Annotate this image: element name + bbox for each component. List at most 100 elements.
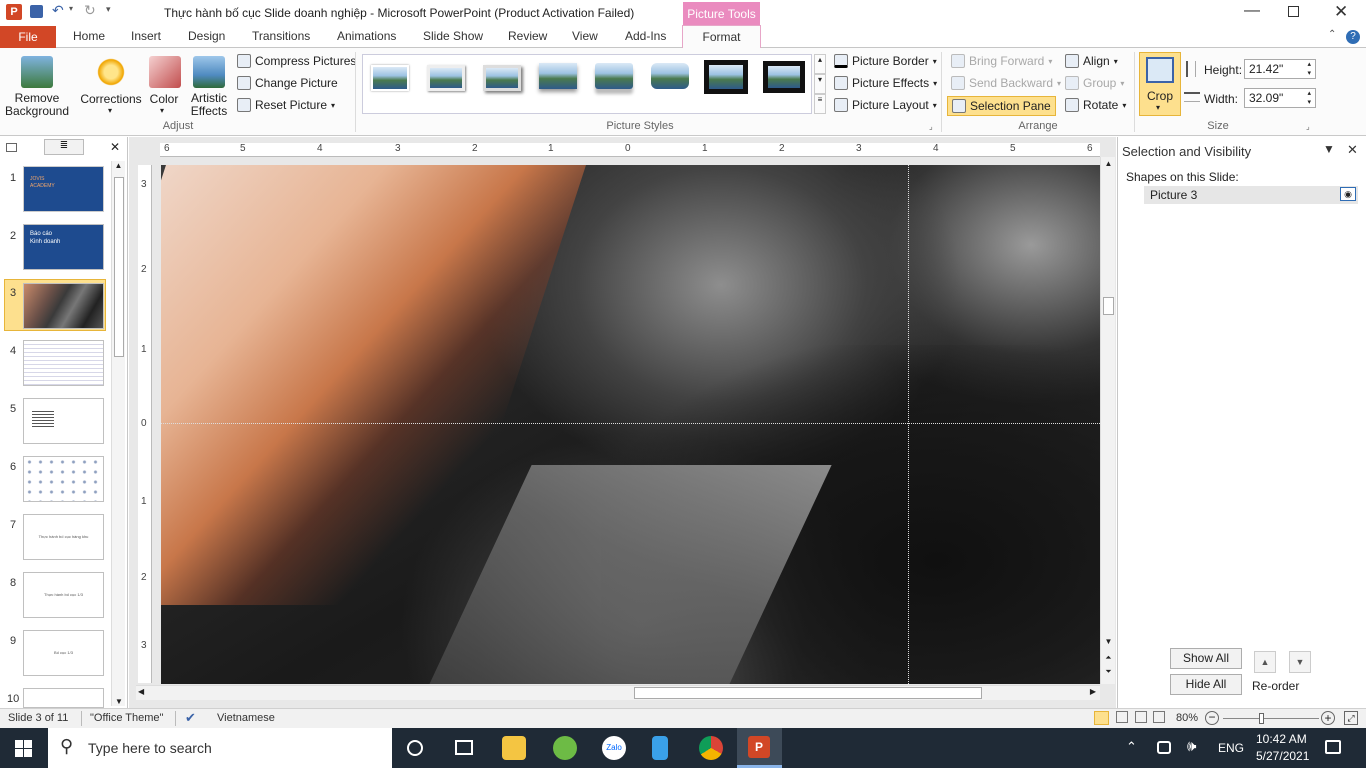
style-thumb[interactable] — [539, 63, 577, 89]
slide-thumb-6[interactable] — [23, 456, 104, 502]
undo-icon[interactable]: ↶ — [52, 2, 64, 19]
tab-format[interactable]: Format — [682, 25, 761, 49]
tab-animations[interactable]: Animations — [337, 29, 396, 43]
hide-all-button[interactable]: Hide All — [1170, 674, 1242, 695]
taskbar-search-box[interactable]: ⚲ Type here to search — [48, 728, 392, 768]
slide-thumb-5[interactable] — [23, 398, 104, 444]
scroll-up-arrow-icon[interactable]: ▲ — [112, 161, 125, 170]
customize-toolbar-icon[interactable]: ▾ — [106, 4, 111, 15]
color-button[interactable]: Color ▾ — [144, 52, 184, 118]
height-spinner-icon[interactable]: ▴ ▾ — [1307, 60, 1311, 78]
tab-design[interactable]: Design — [188, 29, 225, 43]
corrections-button[interactable]: Corrections ▾ — [78, 52, 144, 118]
tab-add-ins[interactable]: Add-Ins — [625, 29, 666, 43]
normal-view-icon[interactable] — [1094, 711, 1109, 725]
theme-name[interactable]: "Office Theme" — [90, 712, 163, 724]
show-all-button[interactable]: Show All — [1170, 648, 1242, 669]
input-language[interactable]: ENG — [1218, 741, 1244, 755]
rotate-button[interactable]: Rotate ▾ — [1065, 98, 1126, 112]
powerpoint-app-icon[interactable]: P — [6, 4, 22, 20]
slide-sorter-view-icon[interactable] — [1116, 711, 1128, 723]
scroll-up-arrow-icon[interactable]: ▲ — [1101, 159, 1116, 168]
coccoc-browser-icon[interactable] — [553, 736, 577, 760]
scroll-down-arrow-icon[interactable]: ▼ — [1101, 637, 1116, 646]
language-indicator[interactable]: Vietnamese — [217, 712, 275, 724]
redo-icon[interactable]: ↻ — [84, 2, 96, 19]
chrome-icon[interactable] — [699, 736, 723, 760]
tab-slide-show[interactable]: Slide Show — [423, 29, 483, 43]
slides-tab-icon[interactable] — [6, 143, 17, 152]
scroll-down-arrow-icon[interactable]: ▼ — [112, 697, 126, 706]
editor-vertical-scrollbar[interactable]: ▲ ▼ ⏶ ⏷ — [1100, 157, 1115, 684]
pane-options-icon[interactable]: ▼ — [1323, 142, 1335, 156]
picture-effects-button[interactable]: Picture Effects ▾ — [834, 76, 937, 90]
slide-thumb-7[interactable]: Thực hành bố cục hàng khu — [23, 514, 104, 560]
fit-slide-icon[interactable]: ⤢ — [1344, 711, 1358, 725]
slide-panel-scrollbar[interactable]: ▲ ▼ — [111, 161, 125, 706]
close-panel-icon[interactable]: ✕ — [110, 140, 120, 154]
zoom-level[interactable]: 80% — [1176, 712, 1198, 724]
undo-dropdown-icon[interactable]: ▾ — [69, 4, 73, 13]
minimize-button[interactable]: — — [1244, 2, 1260, 20]
spell-check-icon[interactable]: ✔ — [185, 710, 196, 726]
picture-layout-button[interactable]: Picture Layout ▾ — [834, 98, 937, 112]
zoom-out-icon[interactable]: − — [1205, 711, 1219, 725]
tab-transitions[interactable]: Transitions — [252, 29, 310, 43]
zoom-slider[interactable] — [1223, 713, 1319, 724]
tab-review[interactable]: Review — [508, 29, 547, 43]
artistic-effects-button[interactable]: Artistic Effects — [186, 52, 232, 118]
width-input[interactable]: 32.09" ▴ ▾ — [1244, 88, 1316, 108]
tab-file[interactable]: File — [0, 26, 56, 48]
show-hidden-icons-icon[interactable]: ⌃ — [1126, 739, 1137, 755]
close-pane-icon[interactable]: ✕ — [1347, 142, 1358, 158]
help-icon[interactable]: ? — [1346, 30, 1360, 44]
task-view-icon[interactable] — [455, 740, 473, 755]
reset-picture-button[interactable]: Reset Picture ▾ — [237, 98, 335, 112]
crop-button[interactable]: Crop ▾ — [1139, 52, 1181, 116]
bring-forward-button[interactable]: Bring Forward ▾ — [951, 54, 1052, 68]
meet-now-icon[interactable] — [1157, 741, 1171, 754]
slide-thumb-1[interactable]: JOVIS ACADEMY — [23, 166, 104, 212]
save-icon[interactable] — [30, 5, 43, 18]
style-thumb[interactable] — [763, 61, 805, 93]
slide-picture[interactable] — [161, 165, 1100, 684]
reading-view-icon[interactable] — [1135, 711, 1147, 723]
slide-thumb-3[interactable] — [23, 283, 104, 329]
file-explorer-icon[interactable] — [502, 736, 526, 760]
zoom-in-icon[interactable]: + — [1321, 711, 1335, 725]
style-thumb[interactable] — [427, 65, 465, 91]
group-button[interactable]: Group ▾ — [1065, 76, 1124, 90]
minimize-ribbon-icon[interactable]: ⌃ — [1328, 29, 1336, 40]
previous-slide-icon[interactable]: ⏶ — [1101, 653, 1116, 663]
style-thumb[interactable] — [371, 65, 409, 91]
tab-insert[interactable]: Insert — [131, 29, 161, 43]
slide-show-view-icon[interactable] — [1153, 711, 1165, 723]
tab-view[interactable]: View — [572, 29, 598, 43]
phone-app-icon[interactable] — [652, 736, 668, 760]
change-picture-button[interactable]: Change Picture — [237, 76, 338, 90]
slide-thumb-2[interactable]: Báo cáo Kinh doanh — [23, 224, 104, 270]
scroll-left-arrow-icon[interactable]: ◀ — [138, 687, 144, 696]
notification-icon[interactable] — [1325, 740, 1341, 754]
clock-time[interactable]: 10:42 AM — [1256, 732, 1307, 746]
style-thumb[interactable] — [483, 65, 521, 91]
eye-visibility-icon[interactable]: ◉ — [1340, 187, 1356, 201]
zoom-slider-thumb[interactable] — [1259, 713, 1264, 724]
scroll-right-arrow-icon[interactable]: ▶ — [1090, 687, 1096, 696]
style-thumb[interactable] — [704, 60, 748, 94]
cortana-icon[interactable] — [407, 740, 423, 756]
restore-button[interactable] — [1288, 6, 1299, 17]
align-button[interactable]: Align ▾ — [1065, 54, 1118, 68]
move-up-button[interactable]: ▲ — [1254, 651, 1276, 673]
style-thumb[interactable] — [651, 63, 689, 89]
remove-background-button[interactable]: Remove Background — [4, 52, 70, 118]
zalo-icon[interactable]: Zalo — [602, 736, 626, 760]
width-spinner-icon[interactable]: ▴ ▾ — [1307, 89, 1311, 107]
close-button[interactable]: ✕ — [1334, 2, 1348, 22]
editor-horizontal-scrollbar[interactable]: ◀ ▶ — [136, 685, 1100, 700]
scroll-thumb[interactable] — [634, 687, 982, 699]
selection-pane-button[interactable]: Selection Pane — [947, 96, 1056, 116]
next-slide-icon[interactable]: ⏷ — [1101, 667, 1116, 677]
scroll-thumb[interactable] — [114, 177, 124, 357]
move-down-button[interactable]: ▼ — [1289, 651, 1311, 673]
